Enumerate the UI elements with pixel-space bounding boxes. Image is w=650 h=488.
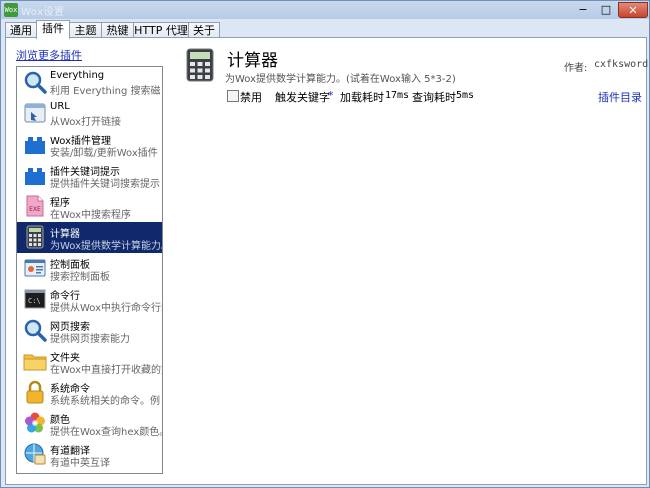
settings-window: Wox Wox设置 − □ ✕ 通用 插件 主题 热键 HTTP 代理 关于 浏… bbox=[0, 0, 650, 488]
query-time-value: 5ms bbox=[456, 90, 475, 101]
plugin-item-program[interactable]: EXE 程序 在Wox中搜索程序 bbox=[17, 191, 162, 222]
tab-plugins[interactable]: 插件 bbox=[36, 20, 70, 39]
tab-hotkey[interactable]: 热键 bbox=[101, 22, 134, 38]
plugin-item-system-commands[interactable]: 系统命令 系统系统相关的命令。例 bbox=[17, 377, 162, 408]
plugin-subtitle: 搜索控制面板 bbox=[50, 272, 110, 283]
plugin-subtitle: 提供插件关键词搜索提示 bbox=[50, 179, 160, 190]
tab-about[interactable]: 关于 bbox=[188, 22, 220, 38]
plugin-subtitle: 在Wox中搜索程序 bbox=[50, 210, 132, 221]
plugin-item-command-line[interactable]: C:\ 命令行 提供从Wox中执行命令行的 bbox=[17, 284, 162, 315]
trigger-keyword-label: 触发关键字 bbox=[275, 91, 330, 104]
plugin-subtitle: 提供从Wox中执行命令行的 bbox=[50, 303, 162, 314]
plugin-subtitle: 为Wox提供数学计算能力。 bbox=[50, 241, 162, 252]
plugin-subtitle: 提供在Wox查询hex颜色。 bbox=[50, 427, 162, 438]
browse-more-plugins-link[interactable]: 浏览更多插件 bbox=[16, 47, 82, 63]
close-button[interactable]: ✕ bbox=[618, 2, 648, 18]
folder-icon bbox=[23, 354, 47, 371]
translate-icon bbox=[24, 443, 46, 465]
plugin-item-calculator[interactable]: 计算器 为Wox提供数学计算能力。 bbox=[17, 222, 162, 253]
puzzle-icon bbox=[25, 168, 45, 185]
load-time-label: 加载耗时 bbox=[340, 91, 384, 104]
plugin-item-url[interactable]: URL 从Wox打开链接 bbox=[17, 98, 162, 129]
tab-general[interactable]: 通用 bbox=[5, 22, 37, 38]
query-time-label: 查询耗时 bbox=[412, 91, 456, 104]
plugin-subtitle: 在Wox中直接打开收藏的文 bbox=[50, 365, 162, 376]
terminal-icon: C:\ bbox=[24, 289, 46, 309]
plugin-item-web-search[interactable]: 网页搜索 提供网页搜索能力 bbox=[17, 315, 162, 346]
plugin-list[interactable]: Everything 利用 Everything 搜索磁 URL 从Wox打开链… bbox=[16, 66, 163, 474]
plugin-item-keyword-hint[interactable]: 插件关键词提示 提供插件关键词搜索提示 bbox=[17, 160, 162, 191]
plugin-subtitle: 有道中英互译 bbox=[50, 458, 110, 469]
plugin-subtitle: 安装/卸载/更新Wox插件 bbox=[50, 148, 158, 159]
plugins-panel: 浏览更多插件 Everything 利用 Everything 搜索磁 URL … bbox=[5, 37, 649, 485]
wox-app-icon: Wox bbox=[4, 3, 18, 17]
window-title: Wox设置 bbox=[21, 7, 65, 18]
puzzle-icon bbox=[25, 137, 45, 154]
plugin-item-wox-plugin-manager[interactable]: Wox插件管理 安装/卸载/更新Wox插件 bbox=[17, 129, 162, 160]
plugin-title: Everything bbox=[50, 70, 105, 81]
plugin-detail-name: 计算器 bbox=[227, 51, 278, 71]
control-panel-icon bbox=[24, 259, 46, 277]
calculator-icon bbox=[26, 225, 44, 249]
lock-icon bbox=[26, 380, 44, 404]
plugin-subtitle: 利用 Everything 搜索磁 bbox=[50, 86, 161, 97]
color-icon bbox=[25, 412, 45, 433]
svg-text:EXE: EXE bbox=[29, 206, 41, 213]
minimize-button[interactable]: − bbox=[572, 2, 594, 18]
url-icon bbox=[24, 103, 46, 123]
magnifier-icon bbox=[24, 71, 47, 94]
author-label: 作者: bbox=[564, 63, 588, 74]
exe-icon: EXE bbox=[26, 195, 44, 217]
magnifier-icon bbox=[24, 319, 47, 342]
plugin-directory-link[interactable]: 插件目录 bbox=[598, 89, 642, 105]
tab-http-proxy[interactable]: HTTP 代理 bbox=[133, 22, 189, 38]
maximize-button[interactable]: □ bbox=[595, 2, 617, 18]
title-bar[interactable]: Wox Wox设置 − □ ✕ bbox=[1, 1, 649, 19]
plugin-subtitle: 从Wox打开链接 bbox=[50, 117, 122, 128]
disable-checkbox[interactable] bbox=[227, 90, 239, 102]
plugin-subtitle: 提供网页搜索能力 bbox=[50, 334, 130, 345]
tab-theme[interactable]: 主题 bbox=[69, 22, 102, 38]
plugin-subtitle: 系统系统相关的命令。例 bbox=[50, 396, 160, 407]
disable-label[interactable]: 禁用 bbox=[240, 89, 262, 105]
load-time-value: 17ms bbox=[385, 90, 410, 101]
plugin-item-folder[interactable]: 文件夹 在Wox中直接打开收藏的文 bbox=[17, 346, 162, 377]
calculator-icon bbox=[186, 48, 214, 82]
author-value: cxfksword bbox=[594, 59, 649, 70]
plugin-title: URL bbox=[50, 101, 70, 112]
plugin-item-youdao-translate[interactable]: 有道翻译 有道中英互译 bbox=[17, 439, 162, 470]
trigger-keyword-value[interactable]: * bbox=[328, 89, 334, 102]
plugin-item-color[interactable]: 颜色 提供在Wox查询hex颜色。 bbox=[17, 408, 162, 439]
plugin-item-everything[interactable]: Everything 利用 Everything 搜索磁 bbox=[17, 67, 162, 98]
plugin-item-control-panel[interactable]: 控制面板 搜索控制面板 bbox=[17, 253, 162, 284]
plugin-detail-description: 为Wox提供数学计算能力。(试着在Wox输入 5*3-2) bbox=[225, 74, 456, 85]
svg-text:C:\: C:\ bbox=[28, 297, 41, 305]
